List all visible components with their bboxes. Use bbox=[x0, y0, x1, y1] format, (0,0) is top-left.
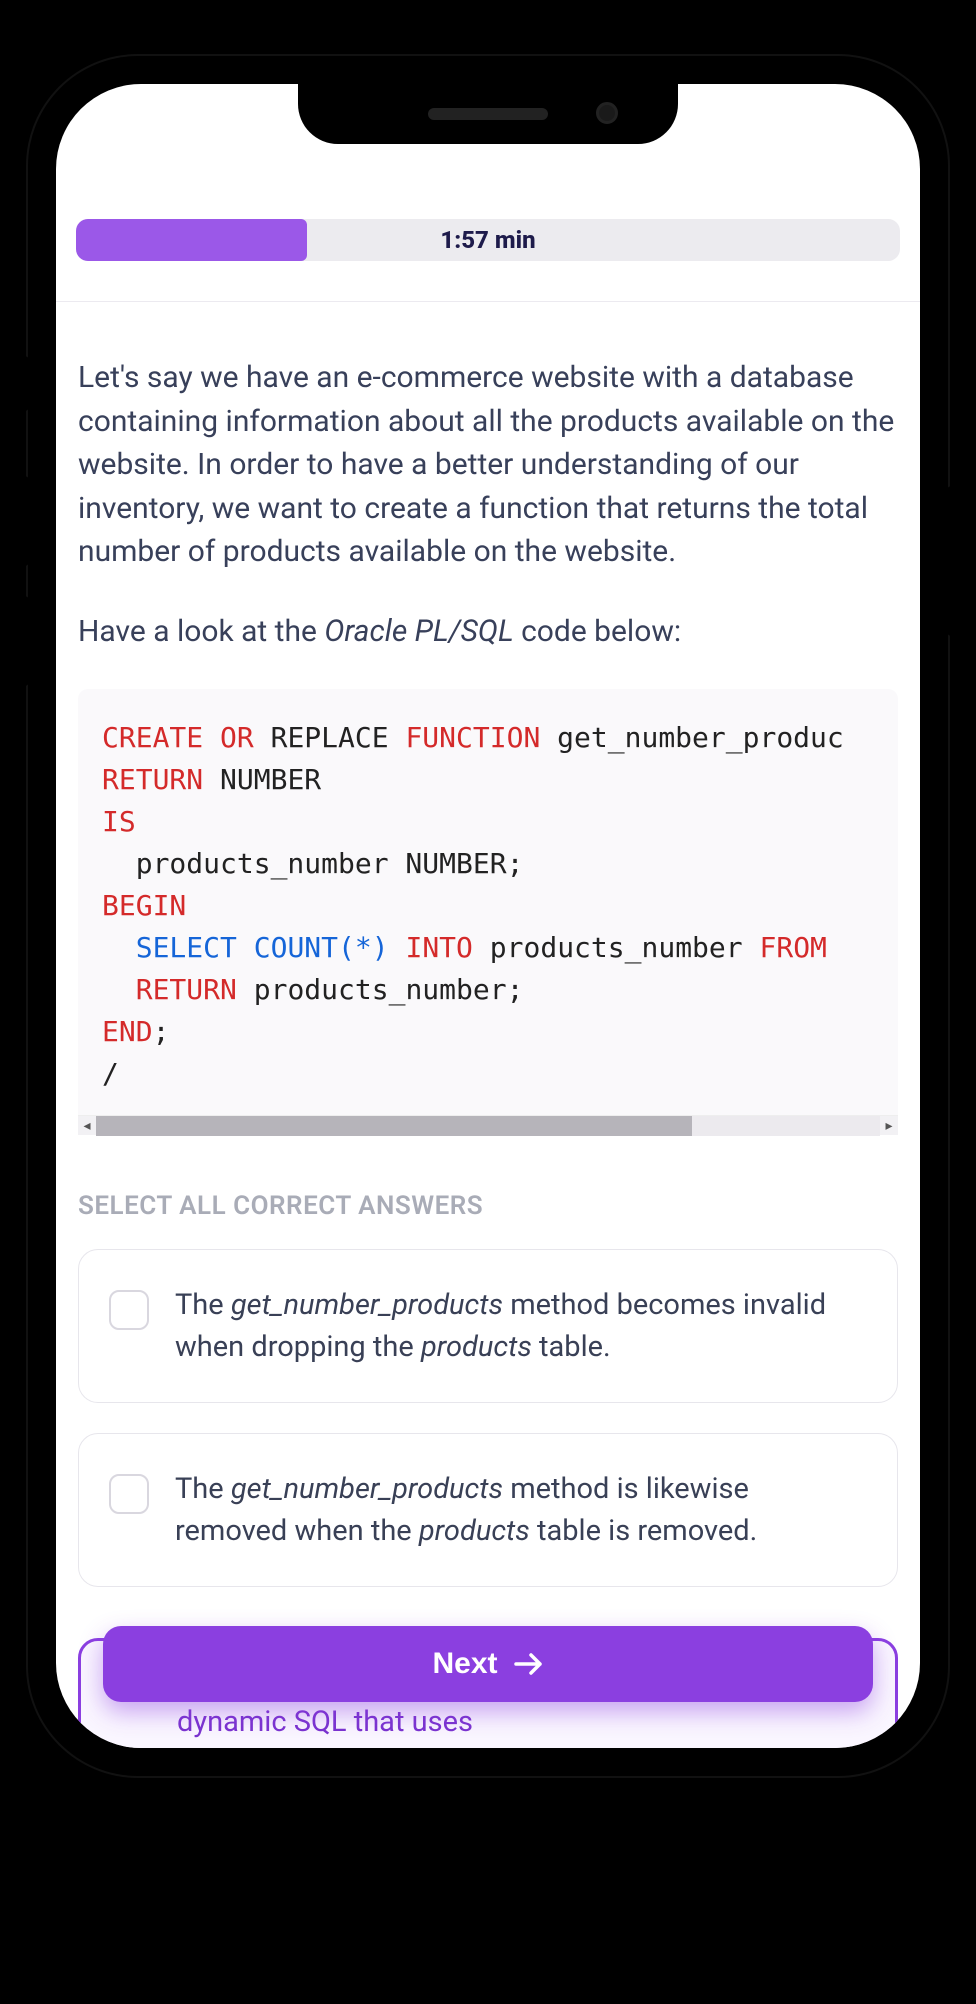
question-paragraph-1: Let's say we have an e-commerce website … bbox=[78, 356, 898, 574]
txt bbox=[102, 931, 136, 964]
phone-frame: 1:57 min Let's say we have an e-commerce… bbox=[28, 56, 948, 1776]
text: Have a look at the bbox=[78, 614, 324, 649]
kw-count: COUNT bbox=[254, 931, 338, 964]
kw-begin: BEGIN bbox=[102, 889, 186, 922]
timer-label: 1:57 min bbox=[440, 226, 535, 254]
next-button[interactable]: Next bbox=[103, 1626, 873, 1702]
kw-function: FUNCTION bbox=[405, 721, 540, 754]
answer-option-2[interactable]: The get_number_products method is likewi… bbox=[78, 1433, 898, 1587]
divider bbox=[56, 301, 920, 302]
text: table. bbox=[532, 1330, 611, 1364]
kw-is: IS bbox=[102, 805, 136, 838]
progress-bar: 1:57 min bbox=[76, 219, 900, 261]
horizontal-scrollbar[interactable]: ◂ ▸ bbox=[78, 1115, 898, 1135]
code: CREATE OR REPLACE FUNCTION get_number_pr… bbox=[102, 717, 874, 1095]
kw-create: CREATE bbox=[102, 721, 203, 754]
txt: ; bbox=[153, 1015, 170, 1048]
question-paragraph-2: Have a look at the Oracle PL/SQL code be… bbox=[78, 610, 898, 654]
emphasis-oracle: Oracle PL/SQL bbox=[324, 614, 513, 649]
txt: products_number NUMBER; bbox=[102, 847, 523, 880]
paren: ( bbox=[338, 931, 355, 964]
scroll-track[interactable] bbox=[96, 1116, 880, 1136]
checkbox[interactable] bbox=[109, 1474, 149, 1514]
code-scroll-area[interactable]: CREATE OR REPLACE FUNCTION get_number_pr… bbox=[78, 717, 898, 1115]
kw-or: OR bbox=[203, 721, 270, 754]
txt: get_number_produc bbox=[540, 721, 843, 754]
em: get_number_products bbox=[231, 1472, 503, 1506]
front-camera bbox=[596, 102, 618, 124]
arrow-right-icon bbox=[514, 1651, 544, 1677]
code-block: CREATE OR REPLACE FUNCTION get_number_pr… bbox=[78, 689, 898, 1135]
mute-switch bbox=[18, 356, 30, 411]
paren: ) bbox=[372, 931, 389, 964]
app-content: 1:57 min Let's say we have an e-commerce… bbox=[56, 84, 920, 1748]
text: code below: bbox=[514, 614, 682, 649]
power-button bbox=[946, 486, 958, 636]
scroll-right-icon[interactable]: ▸ bbox=[880, 1118, 898, 1134]
answer-text: The get_number_products method becomes i… bbox=[175, 1284, 867, 1368]
kw-select: SELECT bbox=[136, 931, 237, 964]
txt: products_number bbox=[473, 931, 760, 964]
star: * bbox=[355, 931, 372, 964]
em: get_number_products bbox=[231, 1288, 503, 1322]
txt: REPLACE bbox=[271, 721, 406, 754]
em: products bbox=[421, 1330, 532, 1364]
answer-text: The get_number_products method is likewi… bbox=[175, 1468, 867, 1552]
kw-end: END bbox=[102, 1015, 153, 1048]
screen: 1:57 min Let's say we have an e-commerce… bbox=[56, 84, 920, 1748]
scroll-left-icon[interactable]: ◂ bbox=[78, 1118, 96, 1134]
answer-text: dynamic SQL that uses bbox=[177, 1701, 473, 1743]
kw-into: INTO bbox=[405, 931, 472, 964]
side-button bbox=[18, 476, 30, 566]
em: products bbox=[419, 1514, 530, 1548]
answers-heading: SELECT ALL CORRECT ANSWERS bbox=[78, 1191, 898, 1221]
kw-from: FROM bbox=[759, 931, 826, 964]
progress-fill bbox=[76, 219, 307, 261]
text: The bbox=[175, 1288, 231, 1322]
notch bbox=[298, 84, 678, 144]
text: dynamic SQL that uses bbox=[177, 1705, 473, 1739]
kw-return: RETURN bbox=[102, 763, 203, 796]
kw-return: RETURN bbox=[136, 973, 237, 1006]
answer-option-1[interactable]: The get_number_products method becomes i… bbox=[78, 1249, 898, 1403]
txt bbox=[237, 931, 254, 964]
txt bbox=[102, 973, 136, 1006]
txt: / bbox=[102, 1057, 119, 1090]
speaker-grille bbox=[428, 108, 548, 120]
next-label: Next bbox=[432, 1647, 497, 1681]
txt: NUMBER bbox=[203, 763, 321, 796]
checkbox[interactable] bbox=[109, 1290, 149, 1330]
text: The bbox=[175, 1472, 231, 1506]
text: table is removed. bbox=[530, 1514, 758, 1548]
scroll-thumb[interactable] bbox=[96, 1116, 692, 1136]
txt: products_number; bbox=[237, 973, 524, 1006]
txt bbox=[389, 931, 406, 964]
side-button bbox=[18, 596, 30, 686]
